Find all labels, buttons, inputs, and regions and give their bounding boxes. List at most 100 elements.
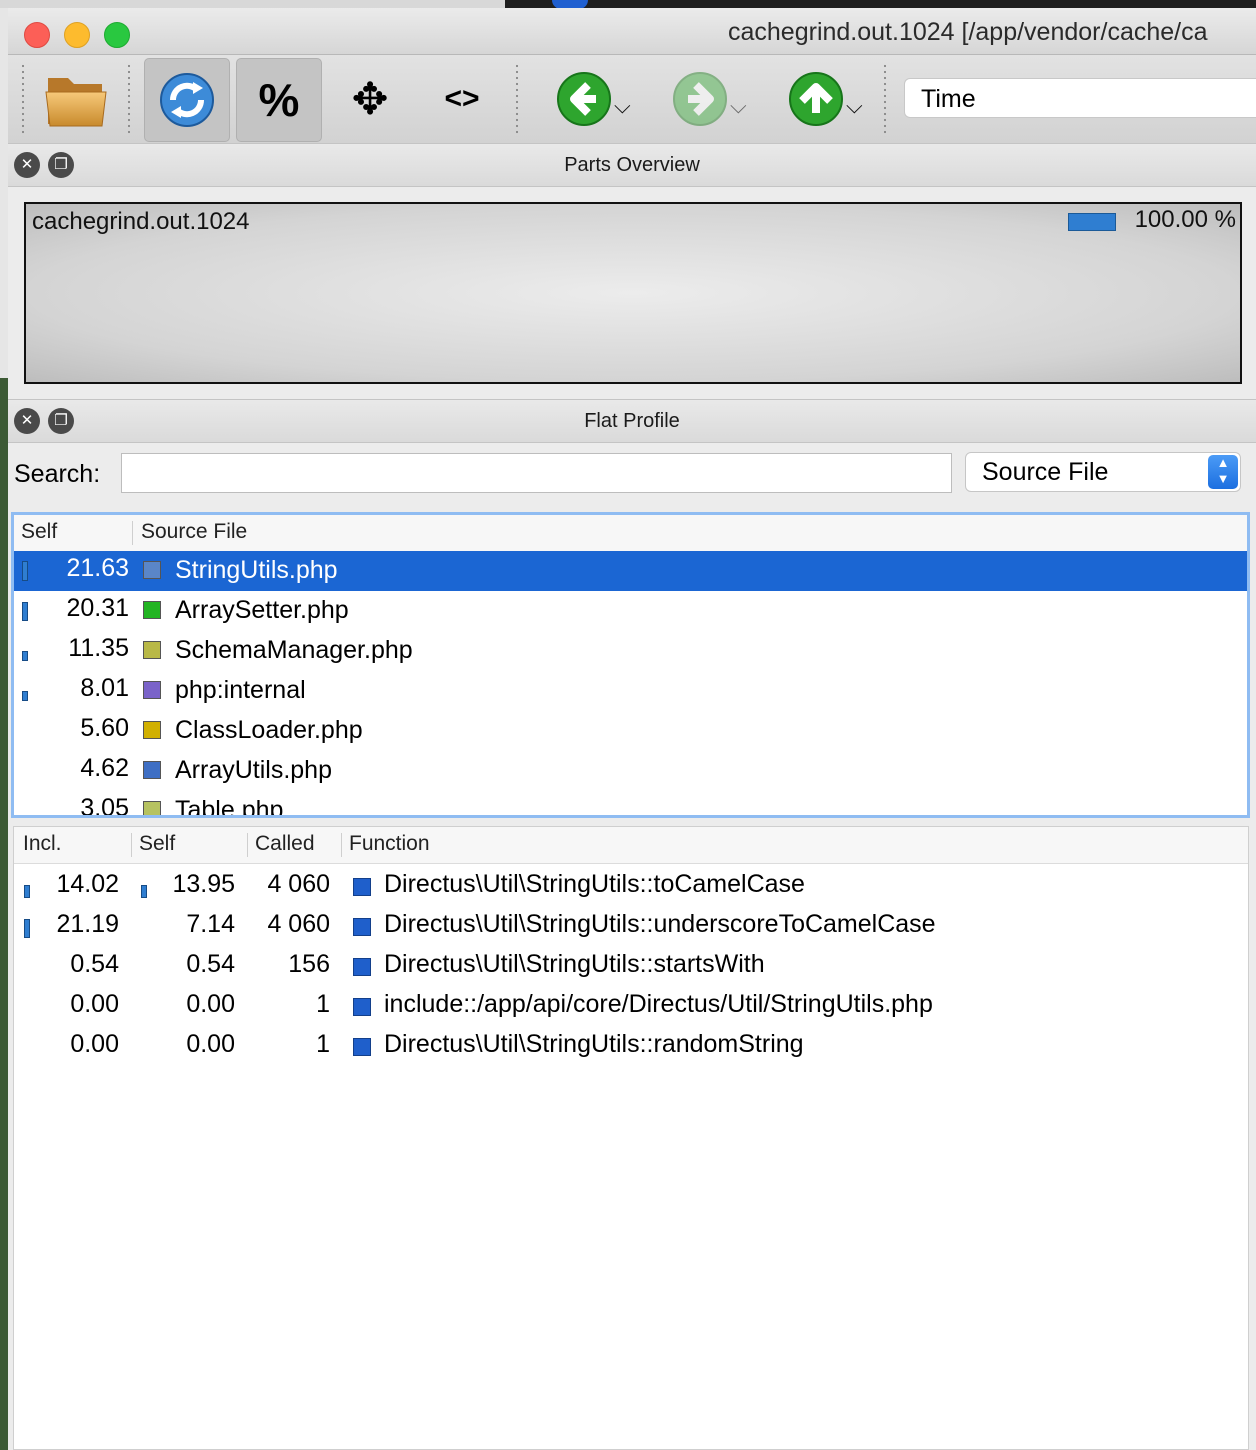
inclusive-cost: 21.19 <box>56 910 119 938</box>
zoom-window-button[interactable] <box>104 22 130 48</box>
column-header-self[interactable]: Self <box>21 520 57 544</box>
shorten-templates-button[interactable]: <> <box>420 58 504 140</box>
cost-bar <box>22 561 28 581</box>
forward-button[interactable]: ⌵ <box>672 71 747 129</box>
file-color-swatch <box>143 601 161 619</box>
toolbar-grip-icon[interactable] <box>22 63 24 137</box>
desktop-background-left <box>0 378 8 1450</box>
function-color-swatch <box>353 918 371 936</box>
open-file-button[interactable] <box>34 58 118 140</box>
function-name: Directus\Util\StringUtils::underscoreToC… <box>384 910 936 938</box>
search-label: Search: <box>14 460 101 488</box>
toolbar-grip-icon-3[interactable] <box>516 63 518 137</box>
list-item[interactable]: 21.63 StringUtils.php <box>14 551 1247 591</box>
list-item[interactable]: 20.31 ArraySetter.php <box>14 591 1247 631</box>
table-row[interactable]: 0.54 0.54 156 Directus\Util\StringUtils::st… <box>14 947 1248 987</box>
called-count: 1 <box>316 1030 330 1058</box>
reload-button[interactable] <box>144 58 230 142</box>
select-arrows-icon: ▲ ▼ <box>1208 455 1238 489</box>
list-item[interactable]: 4.62 ArrayUtils.php <box>14 751 1247 791</box>
self-cost: 4.62 <box>80 754 129 782</box>
source-file-list[interactable]: Self Source File 21.63 StringUtils.php 20.… <box>11 512 1250 818</box>
self-cost: 21.63 <box>66 554 129 582</box>
self-cost: 8.01 <box>80 674 129 702</box>
self-cost: 3.05 <box>80 794 129 818</box>
table-row[interactable]: 21.19 7.14 4 060 Directus\Util\StringUtils:… <box>14 907 1248 947</box>
column-header-function[interactable]: Function <box>349 832 430 856</box>
chevron-down-icon-2[interactable]: ⌵ <box>730 93 747 119</box>
group-by-value: Source File <box>982 458 1109 486</box>
self-cost: 0.00 <box>186 1030 235 1058</box>
dock-title: Flat Profile <box>584 410 680 432</box>
called-count: 4 060 <box>267 910 330 938</box>
incl-cost-bar <box>24 885 30 898</box>
part-cost-bar <box>1068 213 1116 231</box>
list-item[interactable]: 8.01 php:internal <box>14 671 1247 711</box>
function-color-swatch <box>353 998 371 1016</box>
function-list[interactable]: Incl. Self Called Function 14.02 13.95 4 0… <box>13 826 1249 1450</box>
toolbar-grip-icon-4[interactable] <box>884 63 886 137</box>
search-input[interactable] <box>121 453 952 493</box>
self-cost: 13.95 <box>172 870 235 898</box>
file-name: StringUtils.php <box>175 556 338 584</box>
dock-title: Parts Overview <box>564 154 700 176</box>
function-name: include::/app/api/core/Directus/Util/Str… <box>384 990 933 1018</box>
window-title: cachegrind.out.1024 [/app/vendor/cache/c… <box>728 18 1208 46</box>
self-cost: 0.54 <box>186 950 235 978</box>
cycle-detection-button[interactable]: ✥ <box>328 58 412 140</box>
self-cost: 7.14 <box>186 910 235 938</box>
self-cost: 11.35 <box>68 634 129 662</box>
table-row[interactable]: 14.02 13.95 4 060 Directus\Util\StringUtils… <box>14 867 1248 907</box>
part-percent: 100.00 % <box>1134 206 1236 233</box>
table-row[interactable]: 0.00 0.00 1 Directus\Util\StringUtils::rand… <box>14 1027 1248 1067</box>
relative-percent-toggle[interactable]: % <box>236 58 322 142</box>
toolbar: % ✥ <> ⌵ ⌵ ⌵ Time <box>8 55 1256 144</box>
file-color-swatch <box>143 801 161 815</box>
function-list-header: Incl. Self Called Function <box>14 827 1248 864</box>
inclusive-cost: 14.02 <box>56 870 119 898</box>
file-name: ArraySetter.php <box>175 596 349 624</box>
file-color-swatch <box>143 681 161 699</box>
called-count: 4 060 <box>267 870 330 898</box>
file-name: Table.php <box>175 796 284 818</box>
list-item[interactable]: 5.60 ClassLoader.php <box>14 711 1247 751</box>
parts-overview-view[interactable]: cachegrind.out.1024 100.00 % <box>24 202 1242 384</box>
forward-arrow-icon <box>673 72 727 126</box>
function-color-swatch <box>353 878 371 896</box>
function-color-swatch <box>353 958 371 976</box>
up-arrow-icon <box>789 72 843 126</box>
file-name: ArrayUtils.php <box>175 756 332 784</box>
column-header-source-file[interactable]: Source File <box>141 520 247 544</box>
cost-bar <box>22 651 28 661</box>
chevron-down-icon-3[interactable]: ⌵ <box>846 93 863 119</box>
self-cost-bar <box>141 885 147 898</box>
list-item[interactable]: 3.05 Table.php <box>14 791 1247 818</box>
back-arrow-icon <box>557 72 611 126</box>
list-item[interactable]: 11.35 SchemaManager.php <box>14 631 1247 671</box>
chevron-down-icon[interactable]: ⌵ <box>614 93 631 119</box>
percent-icon: % <box>258 74 300 126</box>
self-cost: 20.31 <box>66 594 129 622</box>
column-header-self[interactable]: Self <box>139 832 175 856</box>
part-name: cachegrind.out.1024 <box>32 208 250 235</box>
group-by-select[interactable]: Source File ▲ ▼ <box>965 452 1241 492</box>
minimize-window-button[interactable] <box>64 22 90 48</box>
close-window-button[interactable] <box>24 22 50 48</box>
function-color-swatch <box>353 1038 371 1056</box>
event-type-select[interactable]: Time <box>904 78 1256 118</box>
inclusive-cost: 0.00 <box>70 1030 119 1058</box>
parts-overview-header: ✕ ❐ Parts Overview <box>8 143 1256 187</box>
title-bar: cachegrind.out.1024 [/app/vendor/cache/c… <box>8 8 1256 55</box>
refresh-icon <box>160 73 214 127</box>
incl-cost-bar <box>24 919 30 938</box>
app-window: cachegrind.out.1024 [/app/vendor/cache/c… <box>8 8 1256 1450</box>
column-header-incl[interactable]: Incl. <box>23 832 62 856</box>
self-cost: 5.60 <box>80 714 129 742</box>
back-button[interactable]: ⌵ <box>556 71 631 129</box>
table-row[interactable]: 0.00 0.00 1 include::/app/api/core/Directus… <box>14 987 1248 1027</box>
column-header-called[interactable]: Called <box>255 832 315 856</box>
up-button[interactable]: ⌵ <box>788 71 863 129</box>
toolbar-grip-icon-2[interactable] <box>128 63 130 137</box>
code-brackets-icon: <> <box>444 82 480 115</box>
file-name: SchemaManager.php <box>175 636 413 664</box>
